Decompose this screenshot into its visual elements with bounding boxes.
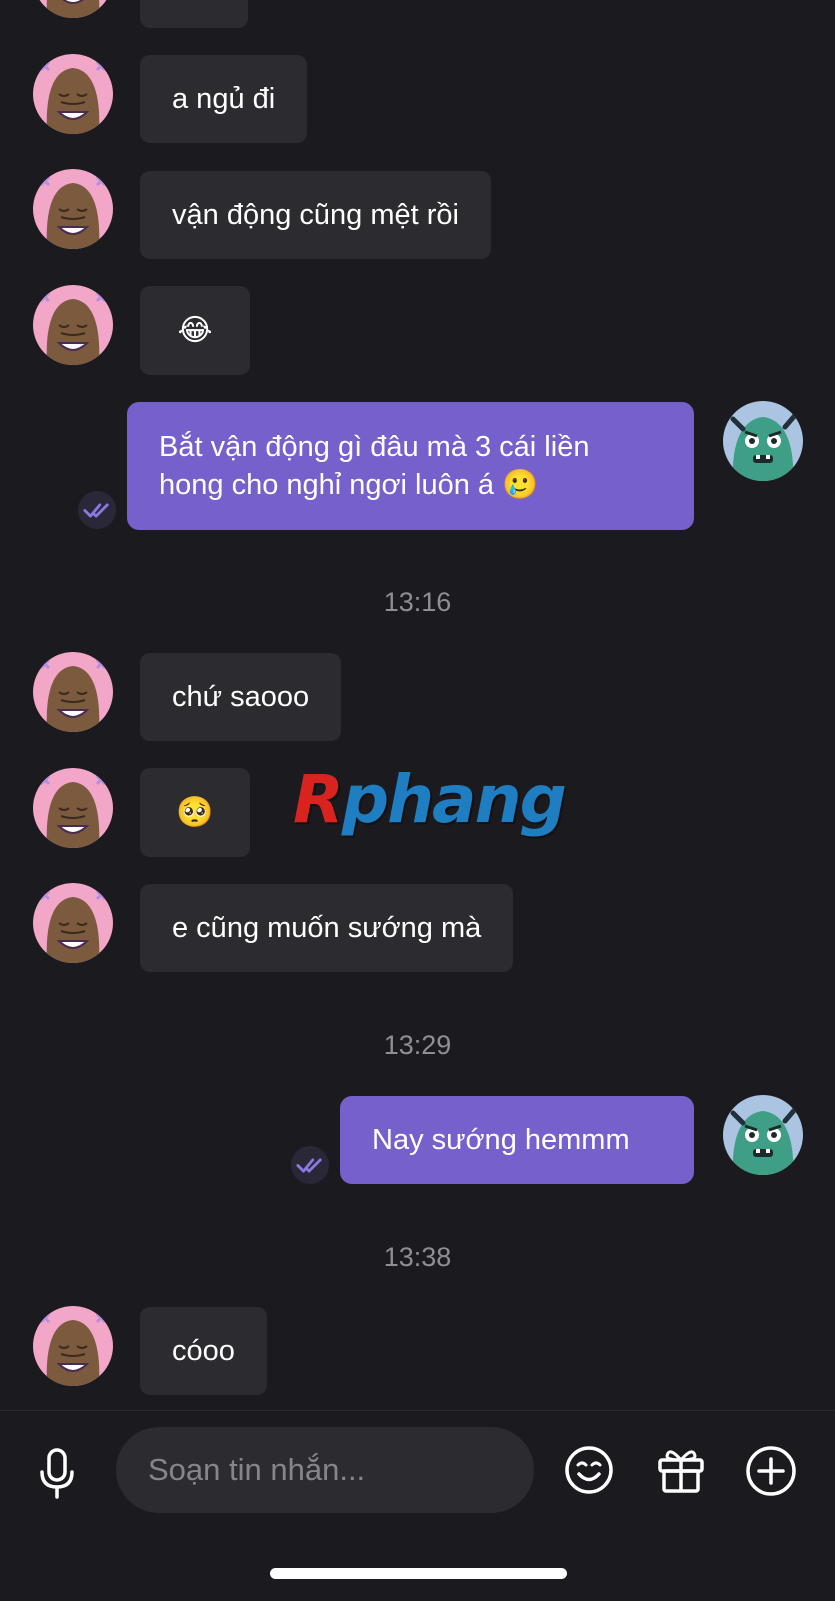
incoming-message[interactable]: cóoo: [140, 1307, 267, 1395]
timestamp-divider: 13:16: [383, 587, 452, 617]
contact-avatar[interactable]: [33, 883, 113, 963]
message-bubble-partial[interactable]: [140, 0, 248, 28]
seen-indicator: [78, 491, 116, 529]
smiley-icon[interactable]: [564, 1445, 614, 1495]
incoming-emoji-message[interactable]: 🥺: [140, 768, 250, 857]
outgoing-message[interactable]: Bắt vận động gì đâu mà 3 cái liền hong c…: [127, 402, 694, 530]
user-avatar[interactable]: [723, 401, 803, 481]
double-check-icon: [83, 501, 111, 520]
message-input[interactable]: Soạn tin nhắn...: [116, 1427, 534, 1513]
incoming-message[interactable]: a ngủ đi: [140, 55, 308, 143]
home-indicator[interactable]: [270, 1568, 567, 1579]
gift-icon[interactable]: [656, 1445, 706, 1495]
contact-avatar[interactable]: [33, 54, 113, 134]
watermark-first-letter: R: [293, 761, 344, 838]
contact-avatar[interactable]: [33, 169, 113, 249]
timestamp-divider: 13:38: [383, 1242, 452, 1272]
contact-avatar[interactable]: [33, 285, 113, 365]
timestamp-divider: 13:29: [383, 1030, 452, 1060]
watermark-logo: Rphang: [293, 761, 567, 838]
double-check-icon: [296, 1156, 324, 1175]
outgoing-message[interactable]: Nay sướng hemmm: [340, 1096, 694, 1184]
watermark-text: phang: [341, 761, 567, 838]
incoming-message[interactable]: e cũng muốn sướng mà: [140, 884, 514, 972]
contact-avatar[interactable]: [33, 768, 113, 848]
incoming-emoji-message[interactable]: 😂: [140, 286, 250, 375]
contact-avatar[interactable]: [33, 1306, 113, 1386]
incoming-message[interactable]: chứ saooo: [140, 653, 342, 741]
contact-avatar[interactable]: [33, 652, 113, 732]
microphone-icon[interactable]: [33, 1447, 81, 1501]
seen-indicator: [291, 1146, 329, 1184]
incoming-message[interactable]: vận động cũng mệt rồi: [140, 171, 491, 259]
plus-circle-icon[interactable]: [745, 1445, 797, 1497]
contact-avatar[interactable]: [33, 0, 113, 18]
user-avatar[interactable]: [723, 1095, 803, 1175]
chat-thread: a ngủ đi vận động cũng mệt rồi 😂 Bắt vận…: [0, 0, 835, 1410]
